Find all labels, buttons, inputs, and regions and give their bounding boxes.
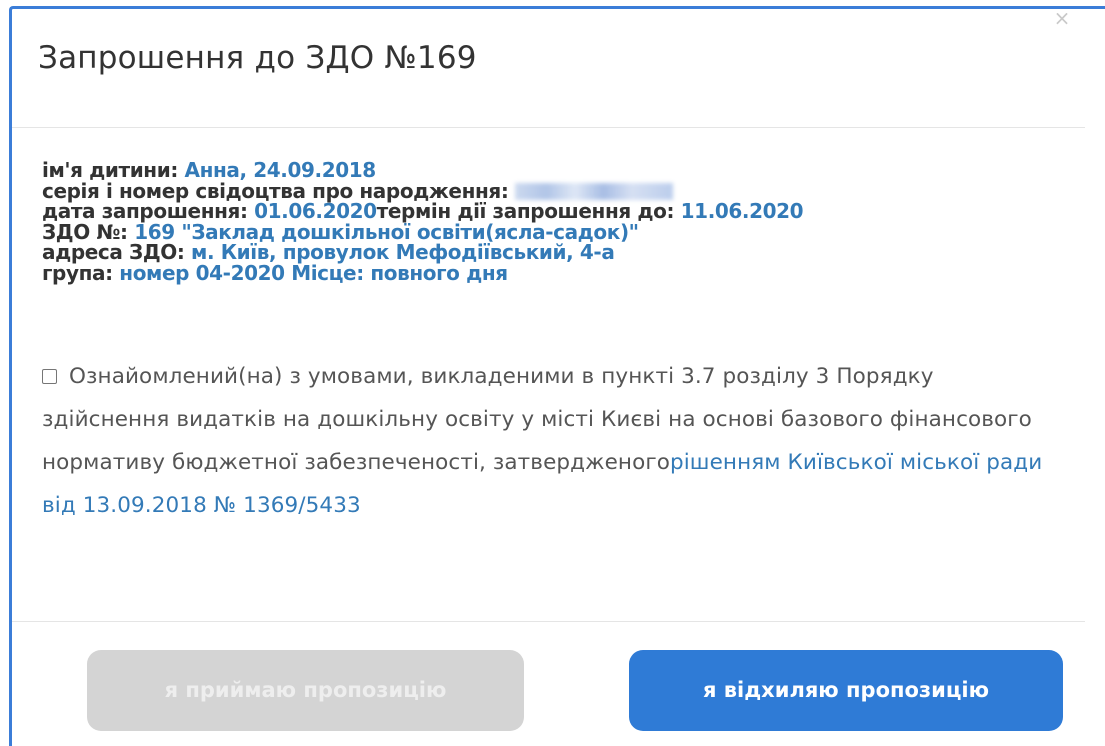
certificate-row: серія і номер свідоцтва про народження: (42, 180, 803, 202)
reject-offer-button[interactable]: я відхиляю пропозицію (629, 650, 1063, 731)
group-label: група: (42, 260, 120, 285)
address-row: адреса ЗДО: м. Київ, провулок Мефодіївсь… (42, 242, 803, 263)
agreement-block: Ознайомлений(на) з умовами, викладеними … (42, 355, 1062, 527)
certificate-value-redacted (515, 182, 674, 200)
group-value: номер 04-2020 Місце: повного дня (119, 260, 508, 285)
footer-divider (12, 621, 1085, 622)
group-row: група: номер 04-2020 Місце: повного дня (42, 260, 803, 285)
dialog-title: Запрошення до ЗДО №169 (38, 40, 477, 76)
close-icon[interactable]: × (1052, 13, 1072, 27)
invite-date-row: дата запрошення: 01.06.2020термін дії за… (42, 199, 804, 223)
zdo-row: ЗДО №: 169 "Заклад дошкільної освіти(ясл… (42, 221, 803, 243)
agreement-checkbox[interactable] (42, 369, 57, 384)
child-row: ім'я дитини: Анна, 24.09.2018 (42, 160, 803, 181)
valid-until-value: 11.06.2020 (680, 199, 804, 223)
invitation-details: ім'я дитини: Анна, 24.09.2018 серія і но… (42, 160, 804, 285)
accept-offer-button[interactable]: я приймаю пропозицію (87, 650, 524, 731)
header-divider (12, 127, 1085, 128)
invitation-dialog: × Запрошення до ЗДО №169 ім'я дитини: Ан… (9, 6, 1105, 746)
